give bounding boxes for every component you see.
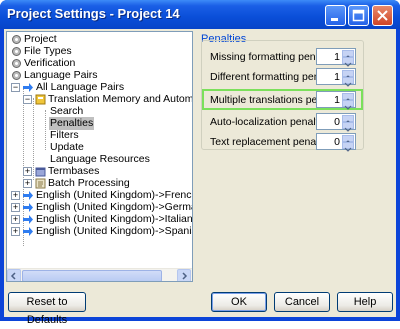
arrow-icon — [23, 83, 33, 92]
decrement-button[interactable] — [342, 57, 354, 67]
tree-connector — [45, 110, 46, 150]
decrement-button[interactable] — [342, 100, 354, 110]
chevron-down-icon — [344, 127, 352, 132]
increment-button[interactable] — [342, 70, 354, 80]
decrement-button[interactable] — [342, 122, 354, 132]
reset-to-defaults-button[interactable]: Reset to Defaults — [8, 292, 86, 326]
expand-toggle[interactable]: + — [11, 227, 20, 236]
different-formatting-spinner[interactable]: 1 — [316, 68, 356, 87]
scroll-right-button[interactable] — [177, 269, 191, 281]
minimize-icon — [326, 6, 345, 25]
arrow-icon — [23, 191, 33, 200]
chevron-down-icon — [344, 147, 352, 152]
expand-toggle[interactable]: + — [23, 167, 32, 176]
tree-item-pair-spanish[interactable]: + English (United Kingdom)->Spanish (Spa — [11, 225, 192, 238]
multiple-translations-row: Multiple translations penalty: 1 — [206, 91, 359, 110]
scroll-thumb[interactable] — [22, 270, 162, 281]
missing-formatting-row: Missing formatting penalty: 1 — [206, 48, 359, 67]
chevron-down-icon — [344, 82, 352, 87]
field-label: Text replacement penalty: — [210, 136, 330, 148]
increment-button[interactable] — [342, 135, 354, 145]
title-bar[interactable]: Project Settings - Project 14 — [0, 0, 400, 29]
termbase-icon — [35, 167, 46, 177]
close-button[interactable] — [372, 5, 393, 26]
field-label: Auto-localization penalty: — [210, 116, 327, 128]
dialog-client: Project File Types Verification Language… — [4, 29, 396, 326]
increment-button[interactable] — [342, 50, 354, 60]
collapse-toggle[interactable]: − — [11, 83, 20, 92]
missing-formatting-spinner[interactable]: 1 — [316, 48, 356, 67]
expand-toggle[interactable]: + — [23, 179, 32, 188]
cancel-button[interactable]: Cancel — [274, 292, 330, 312]
auto-localization-row: Auto-localization penalty: 0 — [206, 113, 359, 132]
ok-button[interactable]: OK — [211, 292, 267, 312]
settings-tree[interactable]: Project File Types Verification Language… — [6, 31, 193, 282]
minimize-button[interactable] — [325, 5, 346, 26]
gear-icon — [12, 59, 21, 68]
auto-localization-spinner[interactable]: 0 — [316, 113, 356, 132]
increment-button[interactable] — [342, 93, 354, 103]
gear-icon — [12, 35, 21, 44]
arrow-icon — [23, 215, 33, 224]
scroll-left-button[interactable] — [7, 269, 21, 281]
gear-icon — [12, 71, 21, 80]
window-title: Project Settings - Project 14 — [7, 6, 180, 21]
chevron-right-icon — [182, 272, 188, 280]
batch-icon — [35, 178, 46, 189]
maximize-button[interactable] — [348, 5, 369, 26]
decrement-button[interactable] — [342, 77, 354, 87]
decrement-button[interactable] — [342, 142, 354, 152]
increment-button[interactable] — [342, 115, 354, 125]
arrow-icon — [23, 227, 33, 236]
chevron-down-icon — [344, 62, 352, 67]
different-formatting-row: Different formatting penalty: 1 — [206, 68, 359, 87]
tm-book-icon — [35, 94, 46, 105]
help-button[interactable]: Help — [337, 292, 393, 312]
text-replacement-row: Text replacement penalty: 0 — [206, 133, 359, 152]
chevron-down-icon — [344, 105, 352, 110]
close-icon — [373, 6, 392, 25]
dialog-window: Project Settings - Project 14 Project Fi… — [0, 0, 400, 326]
expand-toggle[interactable]: + — [11, 191, 20, 200]
gear-icon — [12, 47, 21, 56]
maximize-icon — [349, 6, 368, 25]
multiple-translations-spinner[interactable]: 1 — [316, 91, 356, 110]
expand-toggle[interactable]: + — [11, 215, 20, 224]
text-replacement-spinner[interactable]: 0 — [316, 133, 356, 152]
tree-horizontal-scrollbar[interactable] — [7, 268, 192, 281]
chevron-left-icon — [10, 272, 16, 280]
collapse-toggle[interactable]: − — [23, 95, 32, 104]
expand-toggle[interactable]: + — [11, 203, 20, 212]
arrow-icon — [23, 203, 33, 212]
